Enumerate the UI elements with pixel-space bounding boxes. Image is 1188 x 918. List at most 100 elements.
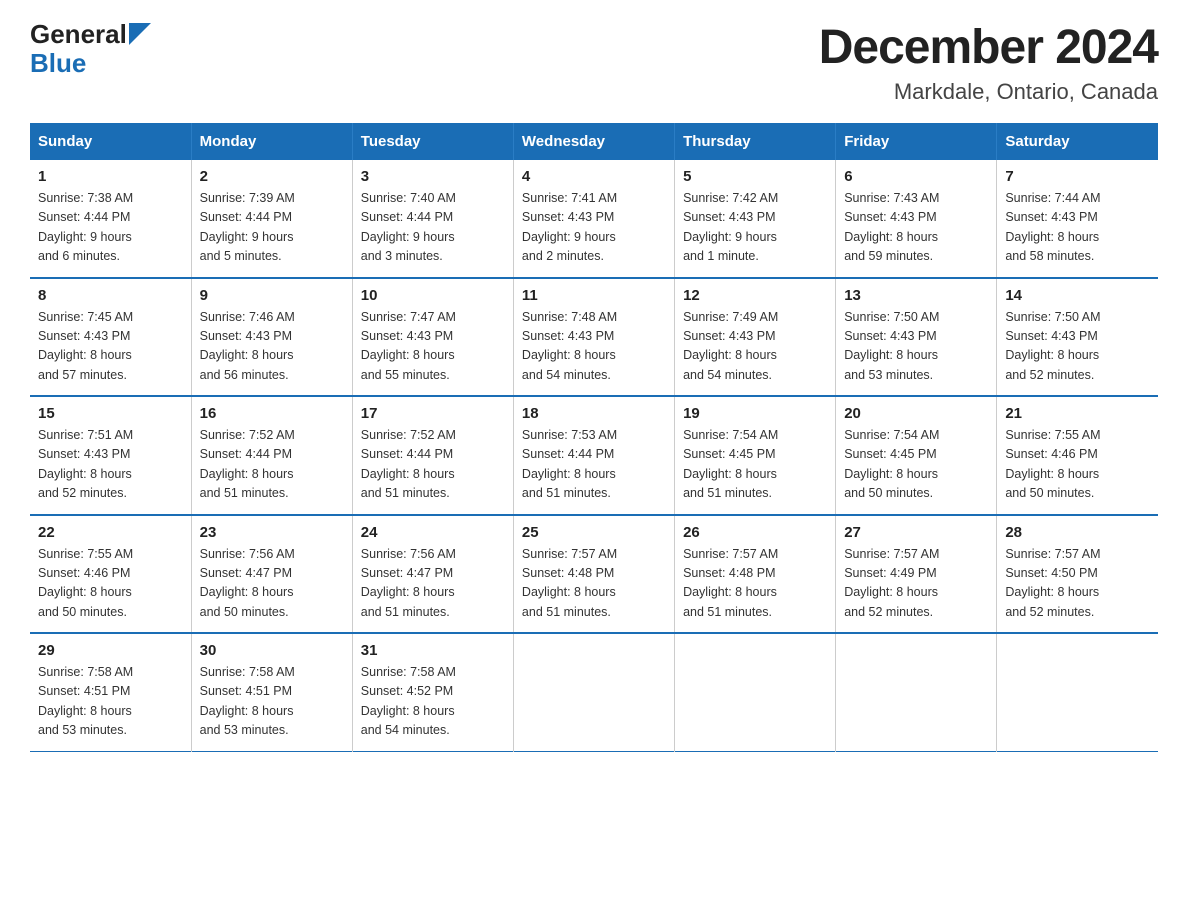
day-cell: 26 Sunrise: 7:57 AM Sunset: 4:48 PM Dayl… <box>675 515 836 634</box>
day-info: Sunrise: 7:50 AM Sunset: 4:43 PM Dayligh… <box>1005 308 1150 386</box>
day-cell: 10 Sunrise: 7:47 AM Sunset: 4:43 PM Dayl… <box>352 278 513 397</box>
page-header: General Blue December 2024 Markdale, Ont… <box>30 20 1158 105</box>
day-number: 20 <box>844 405 988 422</box>
day-number: 21 <box>1005 405 1150 422</box>
day-number: 5 <box>683 168 827 185</box>
day-cell: 21 Sunrise: 7:55 AM Sunset: 4:46 PM Dayl… <box>997 396 1158 515</box>
day-info: Sunrise: 7:58 AM Sunset: 4:51 PM Dayligh… <box>38 663 183 741</box>
day-info: Sunrise: 7:57 AM Sunset: 4:49 PM Dayligh… <box>844 545 988 623</box>
day-info: Sunrise: 7:57 AM Sunset: 4:50 PM Dayligh… <box>1005 545 1150 623</box>
day-cell: 7 Sunrise: 7:44 AM Sunset: 4:43 PM Dayli… <box>997 160 1158 278</box>
day-number: 14 <box>1005 287 1150 304</box>
logo: General Blue <box>30 20 151 77</box>
day-number: 6 <box>844 168 988 185</box>
day-cell: 12 Sunrise: 7:49 AM Sunset: 4:43 PM Dayl… <box>675 278 836 397</box>
day-cell: 9 Sunrise: 7:46 AM Sunset: 4:43 PM Dayli… <box>191 278 352 397</box>
header-row: SundayMondayTuesdayWednesdayThursdayFrid… <box>30 123 1158 160</box>
day-info: Sunrise: 7:57 AM Sunset: 4:48 PM Dayligh… <box>683 545 827 623</box>
day-number: 1 <box>38 168 183 185</box>
day-info: Sunrise: 7:50 AM Sunset: 4:43 PM Dayligh… <box>844 308 988 386</box>
day-number: 15 <box>38 405 183 422</box>
day-number: 10 <box>361 287 505 304</box>
day-cell <box>675 633 836 751</box>
day-cell: 28 Sunrise: 7:57 AM Sunset: 4:50 PM Dayl… <box>997 515 1158 634</box>
day-number: 3 <box>361 168 505 185</box>
day-cell: 4 Sunrise: 7:41 AM Sunset: 4:43 PM Dayli… <box>513 160 674 278</box>
day-number: 8 <box>38 287 183 304</box>
day-info: Sunrise: 7:44 AM Sunset: 4:43 PM Dayligh… <box>1005 189 1150 267</box>
week-row-2: 8 Sunrise: 7:45 AM Sunset: 4:43 PM Dayli… <box>30 278 1158 397</box>
day-info: Sunrise: 7:40 AM Sunset: 4:44 PM Dayligh… <box>361 189 505 267</box>
day-info: Sunrise: 7:52 AM Sunset: 4:44 PM Dayligh… <box>200 426 344 504</box>
day-info: Sunrise: 7:58 AM Sunset: 4:51 PM Dayligh… <box>200 663 344 741</box>
day-cell: 27 Sunrise: 7:57 AM Sunset: 4:49 PM Dayl… <box>836 515 997 634</box>
day-info: Sunrise: 7:46 AM Sunset: 4:43 PM Dayligh… <box>200 308 344 386</box>
day-cell: 24 Sunrise: 7:56 AM Sunset: 4:47 PM Dayl… <box>352 515 513 634</box>
day-info: Sunrise: 7:52 AM Sunset: 4:44 PM Dayligh… <box>361 426 505 504</box>
day-info: Sunrise: 7:49 AM Sunset: 4:43 PM Dayligh… <box>683 308 827 386</box>
calendar-table: SundayMondayTuesdayWednesdayThursdayFrid… <box>30 123 1158 752</box>
day-info: Sunrise: 7:43 AM Sunset: 4:43 PM Dayligh… <box>844 189 988 267</box>
day-info: Sunrise: 7:55 AM Sunset: 4:46 PM Dayligh… <box>38 545 183 623</box>
day-cell: 18 Sunrise: 7:53 AM Sunset: 4:44 PM Dayl… <box>513 396 674 515</box>
day-info: Sunrise: 7:56 AM Sunset: 4:47 PM Dayligh… <box>361 545 505 623</box>
day-cell: 5 Sunrise: 7:42 AM Sunset: 4:43 PM Dayli… <box>675 160 836 278</box>
calendar-subtitle: Markdale, Ontario, Canada <box>819 79 1158 105</box>
day-cell: 2 Sunrise: 7:39 AM Sunset: 4:44 PM Dayli… <box>191 160 352 278</box>
week-row-3: 15 Sunrise: 7:51 AM Sunset: 4:43 PM Dayl… <box>30 396 1158 515</box>
day-number: 19 <box>683 405 827 422</box>
logo-triangle-icon <box>127 21 151 48</box>
day-info: Sunrise: 7:58 AM Sunset: 4:52 PM Dayligh… <box>361 663 505 741</box>
day-cell: 23 Sunrise: 7:56 AM Sunset: 4:47 PM Dayl… <box>191 515 352 634</box>
day-cell: 3 Sunrise: 7:40 AM Sunset: 4:44 PM Dayli… <box>352 160 513 278</box>
day-info: Sunrise: 7:41 AM Sunset: 4:43 PM Dayligh… <box>522 189 666 267</box>
day-cell: 19 Sunrise: 7:54 AM Sunset: 4:45 PM Dayl… <box>675 396 836 515</box>
day-info: Sunrise: 7:45 AM Sunset: 4:43 PM Dayligh… <box>38 308 183 386</box>
header-cell-thursday: Thursday <box>675 123 836 160</box>
day-info: Sunrise: 7:54 AM Sunset: 4:45 PM Dayligh… <box>683 426 827 504</box>
day-cell: 8 Sunrise: 7:45 AM Sunset: 4:43 PM Dayli… <box>30 278 191 397</box>
week-row-5: 29 Sunrise: 7:58 AM Sunset: 4:51 PM Dayl… <box>30 633 1158 751</box>
header-cell-saturday: Saturday <box>997 123 1158 160</box>
header-cell-friday: Friday <box>836 123 997 160</box>
day-cell: 6 Sunrise: 7:43 AM Sunset: 4:43 PM Dayli… <box>836 160 997 278</box>
day-cell: 15 Sunrise: 7:51 AM Sunset: 4:43 PM Dayl… <box>30 396 191 515</box>
day-number: 30 <box>200 642 344 659</box>
day-cell: 13 Sunrise: 7:50 AM Sunset: 4:43 PM Dayl… <box>836 278 997 397</box>
day-info: Sunrise: 7:51 AM Sunset: 4:43 PM Dayligh… <box>38 426 183 504</box>
day-cell: 30 Sunrise: 7:58 AM Sunset: 4:51 PM Dayl… <box>191 633 352 751</box>
day-cell: 22 Sunrise: 7:55 AM Sunset: 4:46 PM Dayl… <box>30 515 191 634</box>
day-number: 2 <box>200 168 344 185</box>
day-number: 31 <box>361 642 505 659</box>
day-cell: 25 Sunrise: 7:57 AM Sunset: 4:48 PM Dayl… <box>513 515 674 634</box>
header-cell-monday: Monday <box>191 123 352 160</box>
day-info: Sunrise: 7:42 AM Sunset: 4:43 PM Dayligh… <box>683 189 827 267</box>
day-cell: 20 Sunrise: 7:54 AM Sunset: 4:45 PM Dayl… <box>836 396 997 515</box>
header-cell-sunday: Sunday <box>30 123 191 160</box>
day-number: 29 <box>38 642 183 659</box>
day-cell: 17 Sunrise: 7:52 AM Sunset: 4:44 PM Dayl… <box>352 396 513 515</box>
logo-general-text: General <box>30 20 127 49</box>
day-info: Sunrise: 7:47 AM Sunset: 4:43 PM Dayligh… <box>361 308 505 386</box>
day-number: 23 <box>200 524 344 541</box>
day-number: 22 <box>38 524 183 541</box>
week-row-1: 1 Sunrise: 7:38 AM Sunset: 4:44 PM Dayli… <box>30 160 1158 278</box>
day-number: 16 <box>200 405 344 422</box>
day-cell <box>513 633 674 751</box>
title-block: December 2024 Markdale, Ontario, Canada <box>819 20 1158 105</box>
day-number: 12 <box>683 287 827 304</box>
day-number: 4 <box>522 168 666 185</box>
day-number: 17 <box>361 405 505 422</box>
day-number: 7 <box>1005 168 1150 185</box>
day-cell: 16 Sunrise: 7:52 AM Sunset: 4:44 PM Dayl… <box>191 396 352 515</box>
calendar-title: December 2024 <box>819 20 1158 75</box>
day-info: Sunrise: 7:56 AM Sunset: 4:47 PM Dayligh… <box>200 545 344 623</box>
day-cell: 31 Sunrise: 7:58 AM Sunset: 4:52 PM Dayl… <box>352 633 513 751</box>
day-cell: 1 Sunrise: 7:38 AM Sunset: 4:44 PM Dayli… <box>30 160 191 278</box>
day-number: 28 <box>1005 524 1150 541</box>
day-number: 13 <box>844 287 988 304</box>
logo-blue-text: Blue <box>30 49 86 78</box>
day-number: 11 <box>522 287 666 304</box>
day-number: 24 <box>361 524 505 541</box>
header-cell-tuesday: Tuesday <box>352 123 513 160</box>
